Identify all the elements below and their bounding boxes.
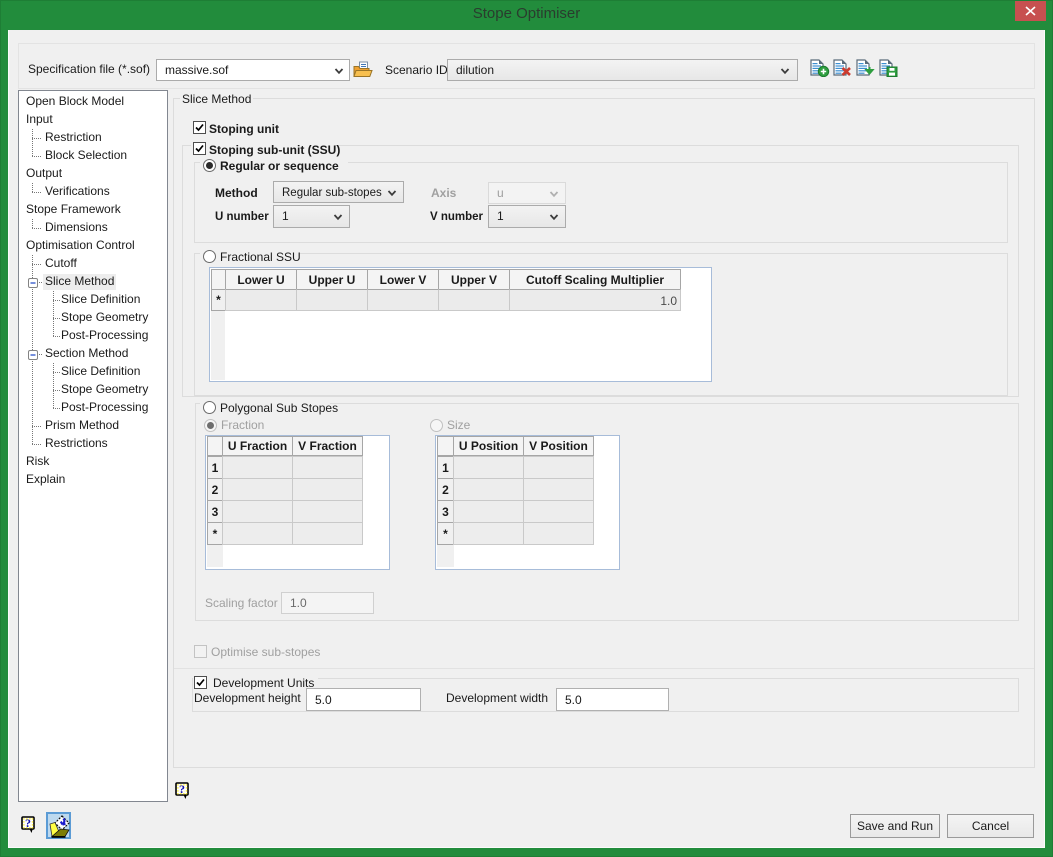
svg-text:?: ? bbox=[25, 816, 31, 830]
svg-text:?: ? bbox=[179, 782, 185, 796]
